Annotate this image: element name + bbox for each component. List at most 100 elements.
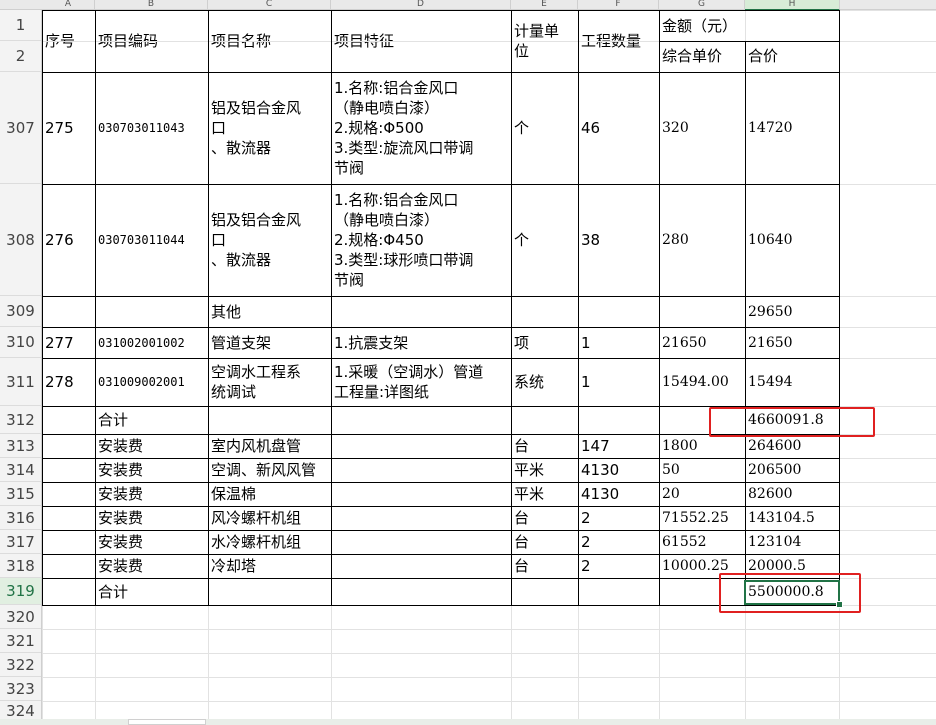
unit-cell[interactable]: 个 bbox=[511, 184, 578, 296]
name-cell[interactable]: 室内风机盘管 bbox=[208, 434, 331, 458]
row-number[interactable]: 310 bbox=[0, 327, 41, 358]
unit-cell[interactable]: 个 bbox=[511, 72, 578, 184]
seq-cell[interactable] bbox=[42, 554, 95, 578]
feature-cell[interactable] bbox=[331, 554, 511, 578]
spreadsheet-grid[interactable]: 序号 项目编码 项目名称 项目特征 计量单 位 工程数量 金额（元） 综合单价 … bbox=[42, 10, 936, 721]
seq-cell[interactable] bbox=[42, 506, 95, 530]
row-number[interactable]: 318 bbox=[0, 554, 41, 578]
unit-cell[interactable]: 平米 bbox=[511, 482, 578, 506]
name-cell[interactable]: 保温棉 bbox=[208, 482, 331, 506]
total-cell[interactable]: 10640 bbox=[745, 184, 839, 296]
row-number[interactable]: 311 bbox=[0, 358, 41, 406]
row-number[interactable]: 2 bbox=[0, 41, 41, 72]
qty-cell[interactable]: 2 bbox=[578, 530, 659, 554]
feature-cell[interactable] bbox=[331, 530, 511, 554]
name-cell[interactable] bbox=[208, 406, 331, 434]
row-number[interactable]: 323 bbox=[0, 677, 41, 701]
seq-cell[interactable] bbox=[42, 406, 95, 434]
qty-cell[interactable]: 2 bbox=[578, 506, 659, 530]
price-cell[interactable]: 20 bbox=[659, 482, 745, 506]
fill-handle[interactable] bbox=[836, 601, 843, 608]
price-cell[interactable]: 1800 bbox=[659, 434, 745, 458]
active-cell[interactable] bbox=[744, 580, 840, 605]
code-cell[interactable] bbox=[95, 296, 208, 327]
unit-cell[interactable]: 平米 bbox=[511, 458, 578, 482]
code-cell[interactable]: 安装费 bbox=[95, 482, 208, 506]
unit-cell[interactable]: 项 bbox=[511, 327, 578, 358]
row-number[interactable]: 317 bbox=[0, 530, 41, 554]
row-number[interactable]: 320 bbox=[0, 605, 41, 629]
price-cell[interactable]: 61552 bbox=[659, 530, 745, 554]
name-cell[interactable]: 铝及铝合金风 口 、散流器 bbox=[208, 184, 331, 296]
unit-cell[interactable] bbox=[511, 406, 578, 434]
header-total[interactable]: 合价 bbox=[745, 41, 839, 71]
row-number[interactable]: 322 bbox=[0, 653, 41, 677]
column-header-g[interactable]: G bbox=[659, 0, 745, 9]
row-number[interactable]: 1 bbox=[0, 10, 41, 41]
column-header-a[interactable]: A bbox=[42, 0, 95, 9]
unit-cell[interactable] bbox=[511, 578, 578, 605]
qty-cell[interactable]: 1 bbox=[578, 358, 659, 406]
feature-cell[interactable] bbox=[331, 434, 511, 458]
name-cell[interactable]: 其他 bbox=[208, 296, 331, 327]
price-cell[interactable]: 71552.25 bbox=[659, 506, 745, 530]
code-cell[interactable]: 030703011044 bbox=[95, 184, 208, 296]
price-cell[interactable]: 320 bbox=[659, 72, 745, 184]
feature-cell[interactable] bbox=[331, 506, 511, 530]
code-cell[interactable]: 安装费 bbox=[95, 434, 208, 458]
code-cell[interactable]: 合计 bbox=[95, 406, 208, 434]
price-cell[interactable] bbox=[659, 296, 745, 327]
qty-cell[interactable]: 2 bbox=[578, 554, 659, 578]
total-cell[interactable]: 14720 bbox=[745, 72, 839, 184]
unit-cell[interactable]: 台 bbox=[511, 506, 578, 530]
qty-cell[interactable]: 147 bbox=[578, 434, 659, 458]
qty-cell[interactable] bbox=[578, 406, 659, 434]
unit-cell[interactable] bbox=[511, 296, 578, 327]
name-cell[interactable]: 空调水工程系 统调试 bbox=[208, 358, 331, 406]
unit-cell[interactable]: 系统 bbox=[511, 358, 578, 406]
feature-cell[interactable]: 1.名称:铝合金风口 （静电喷白漆） 2.规格:Φ500 3.类型:旋流风口带调… bbox=[331, 72, 511, 184]
qty-cell[interactable] bbox=[578, 578, 659, 605]
header-unit-price[interactable]: 综合单价 bbox=[659, 41, 745, 71]
seq-cell[interactable]: 278 bbox=[42, 358, 95, 406]
total-cell[interactable]: 206500 bbox=[745, 458, 839, 482]
feature-cell[interactable]: 1.抗震支架 bbox=[331, 327, 511, 358]
feature-cell[interactable] bbox=[331, 578, 511, 605]
feature-cell[interactable] bbox=[331, 296, 511, 327]
name-cell[interactable] bbox=[208, 578, 331, 605]
code-cell[interactable]: 合计 bbox=[95, 578, 208, 605]
name-cell[interactable]: 空调、新风风管 bbox=[208, 458, 331, 482]
row-number[interactable]: 307 bbox=[0, 72, 41, 184]
row-number[interactable]: 308 bbox=[0, 184, 41, 296]
feature-cell[interactable] bbox=[331, 406, 511, 434]
unit-cell[interactable]: 台 bbox=[511, 434, 578, 458]
row-number[interactable]: 309 bbox=[0, 296, 41, 327]
name-cell[interactable]: 铝及铝合金风 口 、散流器 bbox=[208, 72, 331, 184]
code-cell[interactable]: 安装费 bbox=[95, 506, 208, 530]
seq-cell[interactable] bbox=[42, 530, 95, 554]
total-cell[interactable]: 15494 bbox=[745, 358, 839, 406]
row-number[interactable]: 321 bbox=[0, 629, 41, 653]
seq-cell[interactable] bbox=[42, 458, 95, 482]
column-header-d[interactable]: D bbox=[331, 0, 511, 9]
unit-cell[interactable]: 台 bbox=[511, 530, 578, 554]
feature-cell[interactable]: 1.采暖（空调水）管道 工程量:详图纸 bbox=[331, 358, 511, 406]
total-cell[interactable]: 143104.5 bbox=[745, 506, 839, 530]
seq-cell[interactable] bbox=[42, 578, 95, 605]
feature-cell[interactable]: 1.名称:铝合金风口 （静电喷白漆） 2.规格:Φ450 3.类型:球形喷口带调… bbox=[331, 184, 511, 296]
name-cell[interactable]: 风冷螺杆机组 bbox=[208, 506, 331, 530]
code-cell[interactable]: 安装费 bbox=[95, 554, 208, 578]
name-cell[interactable]: 水冷螺杆机组 bbox=[208, 530, 331, 554]
column-header-f[interactable]: F bbox=[578, 0, 659, 9]
qty-cell[interactable] bbox=[578, 296, 659, 327]
total-cell[interactable]: 29650 bbox=[745, 296, 839, 327]
row-number[interactable]: 314 bbox=[0, 458, 41, 482]
horizontal-scrollbar[interactable] bbox=[0, 719, 936, 725]
price-cell[interactable]: 15494.00 bbox=[659, 358, 745, 406]
total-cell[interactable]: 21650 bbox=[745, 327, 839, 358]
row-number[interactable]: 319 bbox=[0, 578, 41, 605]
code-cell[interactable]: 安装费 bbox=[95, 458, 208, 482]
row-number[interactable]: 324 bbox=[0, 701, 41, 721]
price-cell[interactable]: 50 bbox=[659, 458, 745, 482]
qty-cell[interactable]: 4130 bbox=[578, 458, 659, 482]
